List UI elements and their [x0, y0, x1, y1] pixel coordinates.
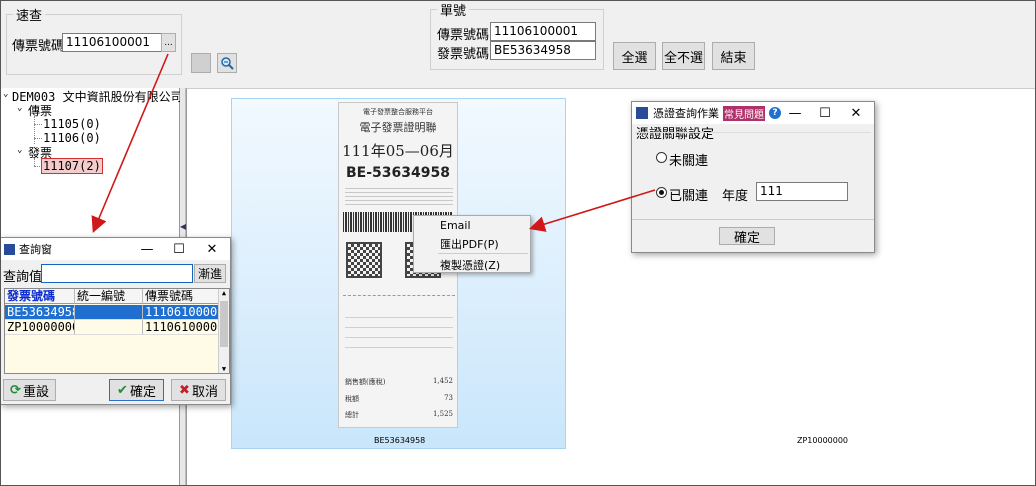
annotation-arrows	[91, 53, 656, 233]
arrow-to-context-menu	[528, 189, 656, 232]
arrow-to-query-dialog	[91, 53, 169, 233]
